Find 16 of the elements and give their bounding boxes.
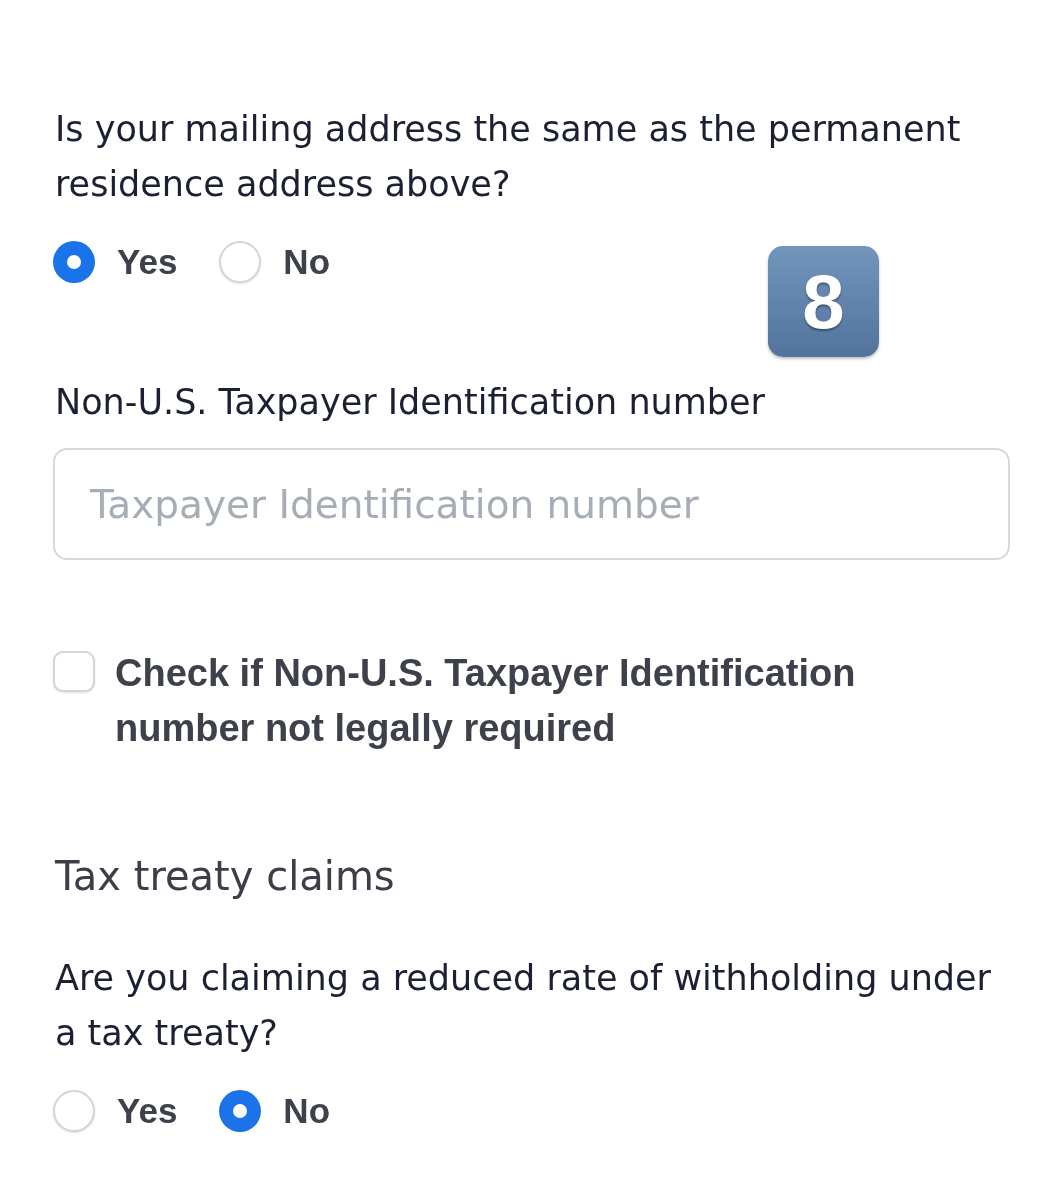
number-badge: 8 bbox=[768, 246, 879, 357]
question-text: Are you claiming a reduced rate of withholding under a tax treaty? bbox=[55, 957, 992, 1055]
option-label: No bbox=[283, 1090, 330, 1132]
radio-button[interactable] bbox=[53, 1090, 95, 1132]
tin-input-field[interactable]: Taxpayer Identification number bbox=[53, 448, 1010, 560]
option-label: Yes bbox=[117, 1090, 178, 1132]
section-heading: Tax treaty claims bbox=[55, 852, 396, 901]
radio-button[interactable] bbox=[219, 1090, 262, 1132]
field-label: Non-U.S. Taxpayer Identification number bbox=[55, 381, 766, 424]
checkbox[interactable] bbox=[53, 651, 95, 692]
option-label: No bbox=[283, 241, 330, 283]
option-label: Yes bbox=[117, 241, 178, 283]
radio-button[interactable] bbox=[219, 241, 262, 283]
radio-button[interactable] bbox=[53, 241, 95, 283]
checkbox-label: Check if Non-U.S. Taxpayer Identification number not legally required bbox=[115, 651, 857, 751]
question-text: Is your mailing address the same as the permanent residence address above? bbox=[55, 108, 962, 206]
